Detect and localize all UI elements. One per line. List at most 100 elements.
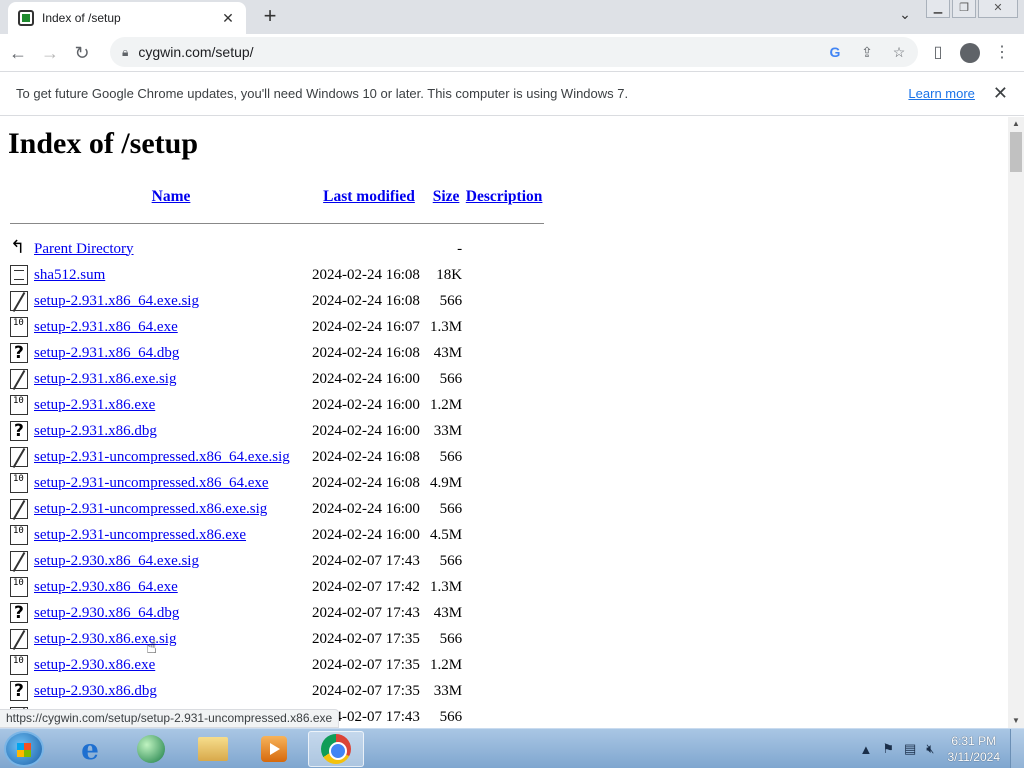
file-link[interactable]: setup-2.930.x86.dbg <box>34 683 157 699</box>
profile-icon[interactable] <box>956 39 984 67</box>
file-date: 2024-02-24 16:00 <box>312 526 420 543</box>
google-lens-icon[interactable]: G <box>822 44 848 60</box>
sort-by-description-link[interactable]: Description <box>466 188 543 205</box>
taskbar-clock[interactable]: 6:31 PM 3/11/2024 <box>948 733 1001 765</box>
show-hidden-icons-icon[interactable]: ▲ <box>859 742 872 757</box>
sort-by-size-link[interactable]: Size <box>433 188 460 205</box>
file-description <box>464 445 544 469</box>
window-close-button[interactable]: ✕ <box>978 0 1018 18</box>
file-link[interactable]: setup-2.931-uncompressed.x86_64.exe <box>34 475 269 491</box>
update-infobar: To get future Google Chrome updates, you… <box>0 71 1024 116</box>
file-link[interactable]: setup-2.931.x86.exe.sig <box>34 371 176 387</box>
unk-file-icon <box>10 421 28 441</box>
show-desktop-button[interactable] <box>1010 729 1024 768</box>
scroll-thumb[interactable] <box>1010 132 1022 172</box>
taskbar-orb-app[interactable] <box>123 731 179 767</box>
file-size: 566 <box>439 708 463 725</box>
address-bar[interactable]: 🔒︎ cygwin.com/setup/ G ⇪ ☆ <box>110 37 918 67</box>
file-link[interactable]: setup-2.931-uncompressed.x86_64.exe.sig <box>34 449 290 465</box>
infobar-close-icon[interactable]: ✕ <box>993 83 1008 104</box>
action-center-flag-icon[interactable]: ⚑ <box>882 741 894 757</box>
file-description <box>464 549 544 573</box>
file-row: setup-2.931.x86.exe.sig 2024-02-24 16:00 5… <box>10 367 544 391</box>
restore-button[interactable]: ❐ <box>952 0 976 18</box>
network-icon[interactable]: ▤ <box>904 741 916 757</box>
file-size: 33M <box>433 682 463 699</box>
file-link[interactable]: sha512.sum <box>34 267 105 283</box>
system-tray: ▲ ⚑ ▤ 🔇︎ 6:31 PM 3/11/2024 <box>854 729 1024 768</box>
bin-file-icon <box>10 317 28 337</box>
media-player-icon <box>261 736 287 762</box>
learn-more-link[interactable]: Learn more <box>908 86 974 101</box>
file-link[interactable]: setup-2.931.x86_64.exe <box>34 319 178 335</box>
file-size: 33M <box>433 422 463 439</box>
file-description <box>464 393 544 417</box>
file-row: setup-2.930.x86.dbg 2024-02-07 17:35 33M <box>10 679 544 703</box>
file-date: 2024-02-24 16:00 <box>312 370 420 387</box>
file-size: 1.3M <box>430 318 463 335</box>
sort-by-name-link[interactable]: Name <box>152 188 191 205</box>
start-button[interactable] <box>4 731 44 767</box>
vertical-scrollbar[interactable]: ▲ ▼ <box>1008 117 1024 728</box>
header-divider-row <box>10 211 545 235</box>
browser-tab[interactable]: Index of /setup ✕ <box>8 2 246 34</box>
name-column-header: Name <box>34 179 308 209</box>
file-link[interactable]: setup-2.931.x86_64.exe.sig <box>34 293 199 309</box>
side-panel-icon[interactable]: ▯ <box>924 39 952 67</box>
file-description <box>464 705 544 728</box>
file-date: 2024-02-07 17:43 <box>312 552 420 569</box>
file-size: 566 <box>439 448 463 465</box>
file-row: setup-2.931.x86.exe 2024-02-24 16:00 1.2M <box>10 393 544 417</box>
file-row: setup-2.931.x86_64.dbg 2024-02-24 16:08 43… <box>10 341 544 365</box>
taskbar-media-player[interactable] <box>246 731 302 767</box>
scroll-up-icon[interactable]: ▲ <box>1008 117 1024 131</box>
file-link[interactable]: setup-2.930.x86_64.dbg <box>34 605 179 621</box>
bookmark-star-icon[interactable]: ☆ <box>886 44 912 61</box>
file-description <box>464 289 544 313</box>
file-row: setup-2.931-uncompressed.x86_64.exe.sig 2… <box>10 445 544 469</box>
internet-explorer-icon: e <box>81 732 99 766</box>
scroll-down-icon[interactable]: ▼ <box>1008 714 1024 728</box>
taskbar-file-explorer[interactable] <box>185 731 241 767</box>
file-link[interactable]: setup-2.931-uncompressed.x86.exe <box>34 527 246 543</box>
file-link[interactable]: setup-2.930.x86.exe <box>34 657 155 673</box>
sort-by-last-modified-link[interactable]: Last modified <box>323 188 415 205</box>
file-link[interactable]: setup-2.931.x86.exe <box>34 397 155 413</box>
back-arrow-icon[interactable]: ← <box>4 39 32 67</box>
file-date: 2024-02-24 16:07 <box>312 318 420 335</box>
taskbar-google-chrome[interactable] <box>308 731 364 767</box>
forward-arrow-icon[interactable]: → <box>36 39 64 67</box>
file-date: 2024-02-07 17:42 <box>312 578 420 595</box>
lock-icon[interactable]: 🔒︎ <box>122 45 128 60</box>
file-link[interactable]: setup-2.930.x86_64.exe <box>34 579 178 595</box>
file-link[interactable]: setup-2.931.x86.dbg <box>34 423 157 439</box>
share-icon[interactable]: ⇪ <box>854 44 880 61</box>
file-description <box>464 471 544 495</box>
file-description <box>464 601 544 625</box>
reload-icon[interactable]: ↻ <box>68 39 96 67</box>
bin-file-icon <box>10 655 28 675</box>
tab-close-icon[interactable]: ✕ <box>220 10 236 27</box>
volume-muted-icon[interactable]: 🔇︎ <box>926 741 934 757</box>
unk-file-icon <box>10 681 28 701</box>
tab-search-chevron-icon[interactable]: ⌄ <box>894 6 916 28</box>
divider <box>10 222 545 224</box>
file-description <box>464 523 544 547</box>
file-link[interactable]: setup-2.931-uncompressed.x86.exe.sig <box>34 501 267 517</box>
file-size: 43M <box>433 604 463 621</box>
url-text[interactable]: cygwin.com/setup/ <box>138 44 822 60</box>
parent-directory-link[interactable]: Parent Directory <box>34 241 134 257</box>
taskbar-internet-explorer[interactable]: e <box>62 731 118 767</box>
file-size: 1.2M <box>430 656 463 673</box>
parent-directory-row: Parent Directory - <box>10 237 544 261</box>
unk-file-icon <box>10 603 28 623</box>
last-modified-column-header: Last modified <box>310 179 428 209</box>
minimize-button[interactable]: ▁ <box>926 0 950 18</box>
directory-listing: Name Last modified Size Description Pare… <box>8 177 546 728</box>
file-link[interactable]: setup-2.930.x86_64.exe.sig <box>34 553 199 569</box>
file-link[interactable]: setup-2.931.x86_64.dbg <box>34 345 179 361</box>
menu-kebab-icon[interactable]: ⋮ <box>988 39 1016 67</box>
new-tab-button[interactable]: + <box>258 5 282 29</box>
file-row: setup-2.930.x86.exe.sig 2024-02-07 17:35 5… <box>10 627 544 651</box>
sig-file-icon <box>10 369 28 389</box>
